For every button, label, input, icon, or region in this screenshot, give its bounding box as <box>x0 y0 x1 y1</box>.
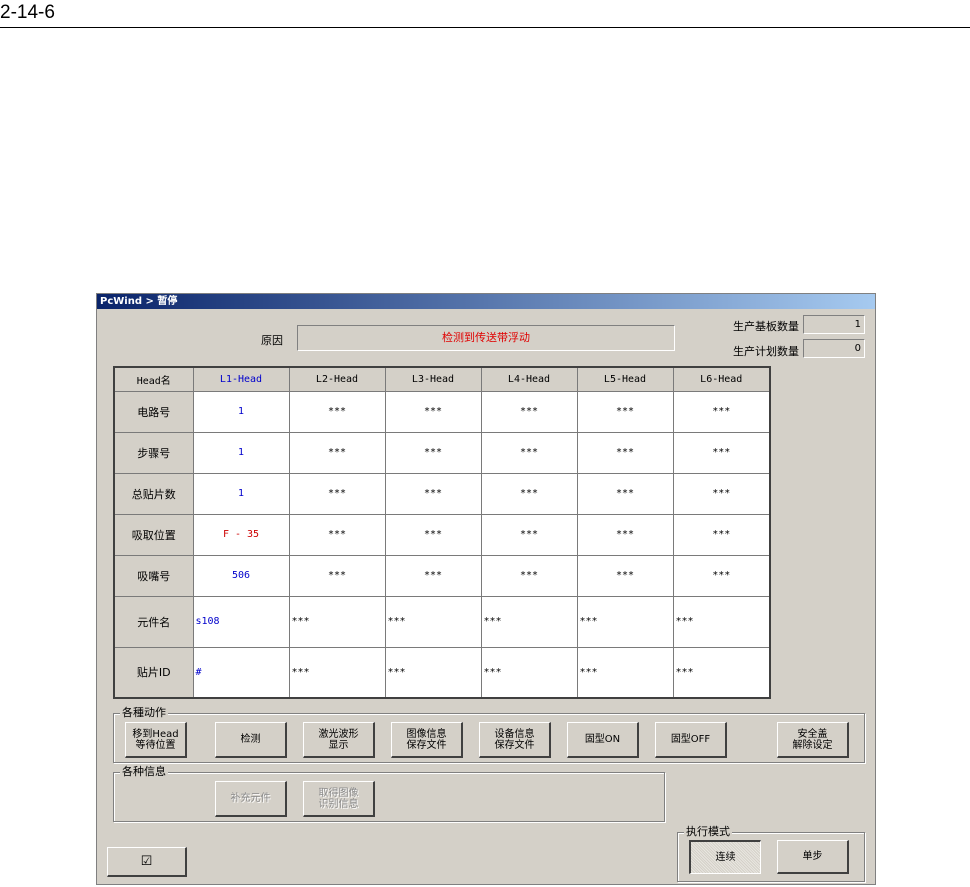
table-cell: *** <box>384 554 482 597</box>
detect-button[interactable]: 检测 <box>215 722 287 758</box>
supplement-part-button[interactable]: 补充元件 <box>215 781 287 817</box>
row-header-pick-position: 吸取位置 <box>113 513 194 556</box>
checkbox-icon: ☑ <box>140 854 153 869</box>
table-cell: *** <box>288 513 386 556</box>
info-group: 各种信息 <box>113 765 665 822</box>
reason-field: 检测到传送带浮动 <box>297 325 675 351</box>
table-cell: *** <box>384 472 482 515</box>
save-image-info-button[interactable]: 图像信息 保存文件 <box>391 722 463 758</box>
table-cell: *** <box>672 554 771 597</box>
row-header-mount-id: 贴片ID <box>113 646 194 699</box>
planned-count-field: 0 <box>803 339 865 358</box>
table-corner-header: Head名 <box>113 366 194 392</box>
info-group-title: 各种信息 <box>120 765 168 779</box>
column-header-l1: L1-Head <box>192 366 290 392</box>
clamp-off-button[interactable]: 固型OFF <box>655 722 727 758</box>
save-device-info-button[interactable]: 设备信息 保存文件 <box>479 722 551 758</box>
table-cell: *** <box>576 431 674 474</box>
table-cell: 1 <box>192 472 290 515</box>
confirm-button[interactable]: ☑ <box>107 847 187 877</box>
pause-dialog: PcWind > 暂停 原因 检测到传送带浮动 生产基板数量 1 生产计划数量 … <box>96 293 876 885</box>
column-header-l3: L3-Head <box>384 366 482 392</box>
table-cell: *** <box>480 431 578 474</box>
column-header-l2: L2-Head <box>288 366 386 392</box>
reason-label: 原因 <box>261 334 283 347</box>
planned-count-label: 生产计划数量 <box>733 345 799 358</box>
table-cell: *** <box>384 513 482 556</box>
table-cell: *** <box>288 472 386 515</box>
continuous-mode-button[interactable]: 连续 <box>689 840 761 874</box>
window-title: PcWind > 暂停 <box>97 294 875 309</box>
table-cell: *** <box>672 595 771 648</box>
execution-mode-title: 执行模式 <box>684 825 732 839</box>
table-header-row: Head名 L1-Head L2-Head L3-Head L4-Head L5… <box>113 366 771 392</box>
table-cell: *** <box>384 390 482 433</box>
column-header-l6: L6-Head <box>672 366 771 392</box>
table-cell: *** <box>288 554 386 597</box>
table-cell: *** <box>672 431 771 474</box>
move-head-wait-button[interactable]: 移到Head 等待位置 <box>125 722 187 758</box>
column-header-l4: L4-Head <box>480 366 578 392</box>
table-cell: s108 <box>192 595 290 648</box>
table-cell: *** <box>288 595 386 648</box>
row-header-step: 步骤号 <box>113 431 194 474</box>
page-number: 2-14-6 <box>0 2 55 23</box>
table-row: 吸嘴号 506 *** *** *** *** *** <box>113 554 771 597</box>
table-row: 贴片ID # *** *** *** *** *** <box>113 646 771 699</box>
table-cell: *** <box>480 595 578 648</box>
table-cell: *** <box>576 595 674 648</box>
table-row: 步骤号 1 *** *** *** *** *** <box>113 431 771 474</box>
table-cell: *** <box>480 646 578 699</box>
row-header-part-name: 元件名 <box>113 595 194 648</box>
table-cell: *** <box>384 595 482 648</box>
head-info-table: Head名 L1-Head L2-Head L3-Head L4-Head L5… <box>113 366 771 699</box>
table-row: 总贴片数 1 *** *** *** *** *** <box>113 472 771 515</box>
table-cell: *** <box>384 646 482 699</box>
table-cell: 1 <box>192 431 290 474</box>
table-cell: *** <box>480 472 578 515</box>
table-cell: *** <box>288 390 386 433</box>
row-header-circuit: 电路号 <box>113 390 194 433</box>
table-row: 吸取位置 F - 35 *** *** *** *** *** <box>113 513 771 556</box>
table-cell: *** <box>576 513 674 556</box>
table-cell: *** <box>480 554 578 597</box>
table-cell: # <box>192 646 290 699</box>
column-header-l5: L5-Head <box>576 366 674 392</box>
table-cell: *** <box>672 390 771 433</box>
row-header-total-mount: 总贴片数 <box>113 472 194 515</box>
table-cell: *** <box>672 646 771 699</box>
table-row: 元件名 s108 *** *** *** *** *** <box>113 595 771 648</box>
table-cell: *** <box>672 472 771 515</box>
table-cell: *** <box>480 390 578 433</box>
single-step-button[interactable]: 单步 <box>777 840 849 874</box>
table-cell: *** <box>576 554 674 597</box>
table-cell: *** <box>576 646 674 699</box>
table-cell: *** <box>288 646 386 699</box>
laser-waveform-button[interactable]: 激光波形 显示 <box>303 722 375 758</box>
table-row: 电路号 1 *** *** *** *** *** <box>113 390 771 433</box>
get-image-recognition-button[interactable]: 取得图像 识别信息 <box>303 781 375 817</box>
table-cell: F - 35 <box>192 513 290 556</box>
table-cell: *** <box>288 431 386 474</box>
table-cell: *** <box>576 390 674 433</box>
produced-count-label: 生产基板数量 <box>733 320 799 333</box>
clamp-on-button[interactable]: 固型ON <box>567 722 639 758</box>
actions-group-title: 各種动作 <box>120 706 168 720</box>
table-cell: *** <box>576 472 674 515</box>
table-cell: *** <box>672 513 771 556</box>
table-cell: *** <box>480 513 578 556</box>
table-cell: *** <box>384 431 482 474</box>
page-divider <box>0 27 970 28</box>
row-header-nozzle: 吸嘴号 <box>113 554 194 597</box>
table-cell: 1 <box>192 390 290 433</box>
table-cell: 506 <box>192 554 290 597</box>
safety-cover-release-button[interactable]: 安全盖 解除设定 <box>777 722 849 758</box>
produced-count-field: 1 <box>803 315 865 334</box>
